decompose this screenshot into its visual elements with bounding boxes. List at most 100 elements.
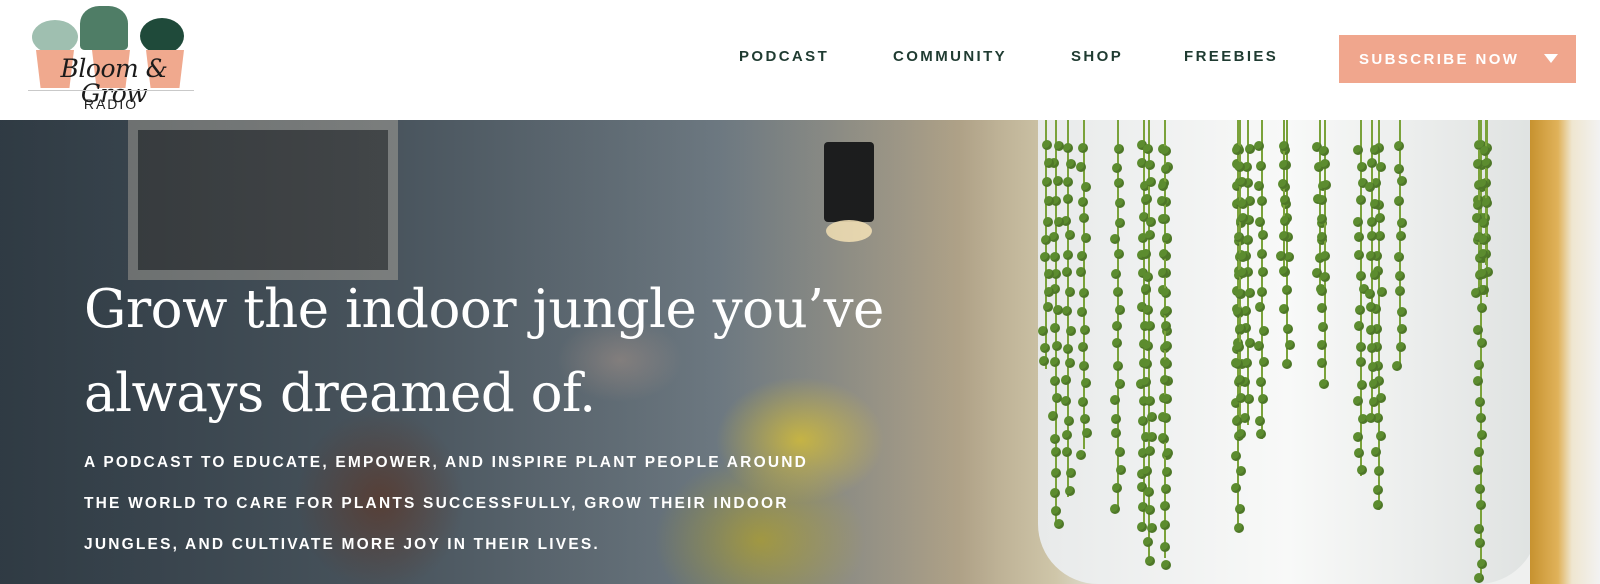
pearl-bead bbox=[1257, 266, 1268, 277]
nav-item-community[interactable]: COMMUNITY bbox=[893, 48, 1007, 65]
pearl-bead bbox=[1039, 342, 1050, 353]
pearl-bead bbox=[1109, 504, 1120, 515]
pearl-bead bbox=[1369, 269, 1380, 280]
pearl-bead bbox=[1160, 483, 1171, 494]
hero-headline-line-1: Grow the indoor jungle you’ve bbox=[84, 279, 884, 340]
pearl-bead bbox=[1317, 302, 1328, 313]
pearl-bead bbox=[1051, 505, 1062, 516]
pearl-bead bbox=[1355, 357, 1366, 368]
pearl-bead bbox=[1356, 379, 1367, 390]
hero-banner: Grow the indoor jungle you’ve always dre… bbox=[0, 120, 1600, 584]
pearl-bead bbox=[1279, 159, 1290, 170]
pearl-bead bbox=[1161, 320, 1172, 331]
nav-item-shop[interactable]: SHOP bbox=[1071, 48, 1123, 65]
pearl-bead bbox=[1254, 302, 1265, 313]
pearl-bead bbox=[1053, 216, 1064, 227]
pearl-bead bbox=[1234, 374, 1245, 385]
site-logo[interactable]: Bloom & Grow RADIO bbox=[28, 0, 194, 116]
pearl-bead bbox=[1242, 235, 1253, 246]
pearl-bead bbox=[1477, 302, 1488, 313]
pearl-bead bbox=[1053, 518, 1064, 529]
pearl-bead bbox=[1393, 163, 1404, 174]
pearl-bead bbox=[1480, 145, 1491, 156]
pearl-bead bbox=[1144, 486, 1155, 497]
hero-tagline-line-3: JUNGLES, AND CULTIVATE MORE JOY IN THEIR… bbox=[84, 536, 600, 553]
pearl-bead bbox=[1076, 161, 1087, 172]
pearl-bead bbox=[1076, 306, 1087, 317]
pearl-bead bbox=[1396, 306, 1407, 317]
pearl-bead bbox=[1366, 216, 1377, 227]
hero-tagline-line-2: THE WORLD TO CARE FOR PLANTS SUCCESSFULL… bbox=[84, 495, 789, 512]
pearl-bead bbox=[1476, 338, 1487, 349]
nav-item-freebies[interactable]: FREEBIES bbox=[1184, 48, 1278, 65]
pearl-bead bbox=[1077, 250, 1088, 261]
pearl-bead bbox=[1159, 501, 1170, 512]
pearl-bead bbox=[1110, 428, 1121, 439]
pearl-bead bbox=[1142, 340, 1153, 351]
pearl-bead bbox=[1369, 198, 1380, 209]
pearl-bead bbox=[1365, 250, 1376, 261]
pearl-bead bbox=[1145, 217, 1156, 228]
wood-trim bbox=[1530, 120, 1600, 584]
pearl-bead bbox=[1161, 306, 1172, 317]
pearl-bead bbox=[1158, 180, 1169, 191]
pearl-bead bbox=[1395, 341, 1406, 352]
pearl-bead bbox=[1062, 194, 1073, 205]
pearl-bead bbox=[1080, 181, 1091, 192]
pearl-bead bbox=[1278, 266, 1289, 277]
pearl-bead bbox=[1060, 375, 1071, 386]
pearl-bead bbox=[1146, 176, 1157, 187]
pearl-bead bbox=[1279, 230, 1290, 241]
pearl-bead bbox=[1367, 361, 1378, 372]
pearl-bead bbox=[1076, 449, 1087, 460]
pearl-bead bbox=[1065, 158, 1076, 169]
pearl-bead bbox=[1373, 465, 1384, 476]
pearl-bead bbox=[1474, 523, 1485, 534]
pearl-bead bbox=[1235, 465, 1246, 476]
pearl-bead bbox=[1356, 464, 1367, 475]
pearl-bead bbox=[1039, 251, 1050, 262]
pearl-bead bbox=[1279, 215, 1290, 226]
pearl-bead bbox=[1065, 325, 1076, 336]
pearl-bead bbox=[1141, 465, 1152, 476]
pearl-bead bbox=[1111, 483, 1122, 494]
pearl-bead bbox=[1355, 341, 1366, 352]
pearl-bead bbox=[1281, 358, 1292, 369]
pearl-bead bbox=[1235, 323, 1246, 334]
pearl-bead bbox=[1277, 179, 1288, 190]
pearl-bead bbox=[1234, 504, 1245, 515]
pearl-bead bbox=[1318, 145, 1329, 156]
logo-subtitle: RADIO bbox=[83, 96, 139, 112]
hero-tagline: A PODCAST TO EDUCATE, EMPOWER, AND INSPI… bbox=[84, 442, 964, 565]
pearl-bead bbox=[1317, 321, 1328, 332]
pearl-bead bbox=[1319, 251, 1330, 262]
pearl-bead bbox=[1049, 251, 1060, 262]
nav-item-podcast[interactable]: PODCAST bbox=[739, 48, 829, 65]
pearl-bead bbox=[1064, 286, 1075, 297]
pearl-bead bbox=[1110, 413, 1121, 424]
pearl-bead bbox=[1061, 430, 1072, 441]
pearl-bead bbox=[1473, 572, 1484, 583]
pearl-bead bbox=[1157, 267, 1168, 278]
pearl-bead bbox=[1078, 197, 1089, 207]
pearl-bead bbox=[1162, 393, 1173, 404]
pearl-bead bbox=[1050, 375, 1061, 386]
pearl-bead bbox=[1353, 249, 1364, 260]
pearl-bead bbox=[1043, 158, 1054, 169]
pearl-bead bbox=[1238, 198, 1249, 209]
hero-tagline-line-1: A PODCAST TO EDUCATE, EMPOWER, AND INSPI… bbox=[84, 454, 808, 471]
pearl-bead bbox=[1049, 433, 1060, 444]
pearl-bead bbox=[1235, 393, 1246, 404]
pearl-bead bbox=[1160, 145, 1171, 156]
pearl-bead bbox=[1063, 415, 1074, 426]
pearl-bead bbox=[1230, 482, 1241, 493]
pearl-bead bbox=[1061, 305, 1072, 316]
pearl-bead bbox=[1475, 483, 1486, 494]
pearl-bead bbox=[1115, 464, 1126, 475]
pearl-bead bbox=[1038, 325, 1049, 336]
pearl-bead bbox=[1162, 448, 1173, 459]
pearl-bead bbox=[1393, 252, 1404, 263]
pearl-bead bbox=[1136, 521, 1147, 532]
pearl-bead bbox=[1478, 217, 1489, 228]
subscribe-now-button[interactable]: SUBSCRIBE NOW bbox=[1339, 35, 1576, 83]
